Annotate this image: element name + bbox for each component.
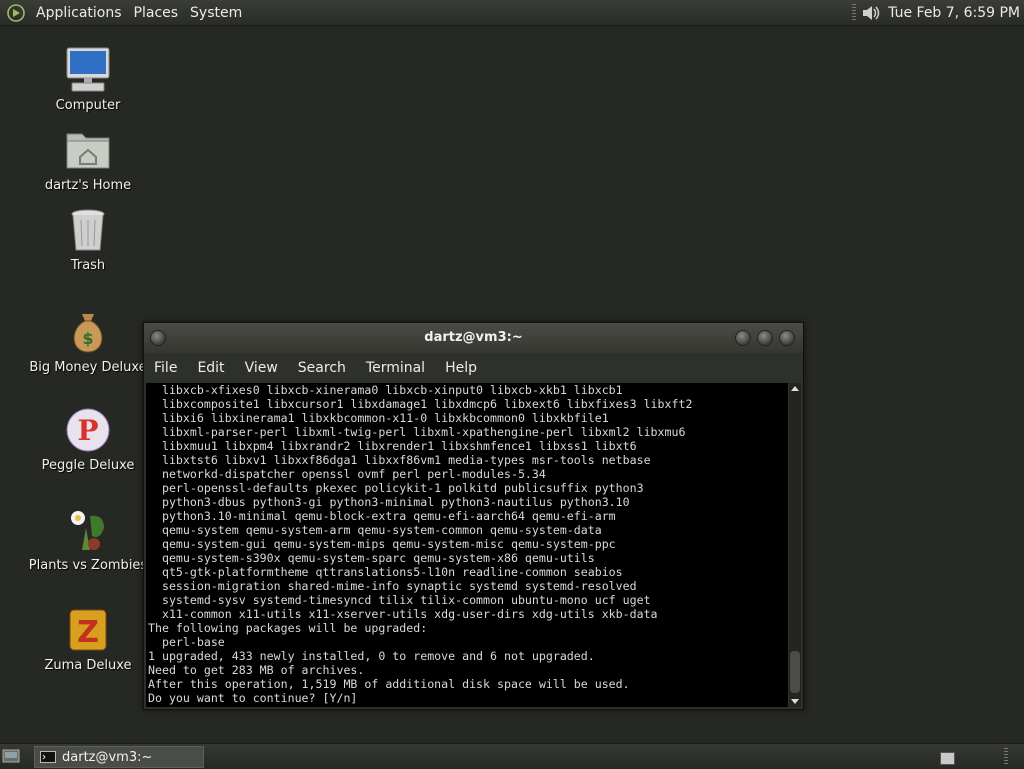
menu-terminal[interactable]: Terminal: [356, 360, 435, 376]
menu-places[interactable]: Places: [128, 5, 185, 21]
terminal-line: libxcomposite1 libxcursor1 libxdamage1 l…: [148, 397, 693, 411]
terminal-line: libxml-parser-perl libxml-twig-perl libx…: [148, 425, 686, 439]
desktop-icon-pvz[interactable]: Plants vs Zombies: [28, 506, 148, 573]
terminal-line: python3-dbus python3-gi python3-minimal …: [148, 495, 630, 509]
terminal-line: Do you want to continue? [Y/n]: [148, 691, 358, 705]
desktop-icon-label: Peggle Deluxe: [41, 458, 135, 473]
close-button[interactable]: [779, 330, 795, 346]
desktop-icon-label: Big Money Deluxe: [29, 360, 147, 375]
workspace-switcher[interactable]: [940, 752, 955, 765]
terminal-line: session-migration shared-mime-info synap…: [148, 579, 637, 593]
terminal-line: python3.10-minimal qemu-block-extra qemu…: [148, 509, 616, 523]
terminal-line: qemu-system qemu-system-arm qemu-system-…: [148, 523, 602, 537]
terminal-line: perl-base: [148, 635, 225, 649]
computer-icon: [66, 47, 110, 92]
terminal-menubar: File Edit View Search Terminal Help: [144, 355, 803, 381]
menu-search[interactable]: Search: [288, 360, 356, 376]
peggle-icon: P: [66, 408, 110, 452]
desktop-icon-label: Computer: [55, 98, 121, 113]
maximize-button[interactable]: [757, 330, 773, 346]
clock[interactable]: Tue Feb 7, 6:59 PM: [888, 5, 1020, 21]
minimize-button[interactable]: [735, 330, 751, 346]
show-desktop-icon[interactable]: [2, 749, 20, 763]
scroll-down-icon[interactable]: [789, 695, 801, 707]
desktop-icon-computer[interactable]: Computer: [28, 46, 148, 113]
bottom-panel: dartz@vm3:~: [0, 743, 1024, 769]
terminal-line: The following packages will be upgraded:: [148, 621, 428, 635]
svg-text:P: P: [77, 414, 98, 447]
desktop-icon-peggle[interactable]: P Peggle Deluxe: [28, 406, 148, 473]
menu-system[interactable]: System: [184, 5, 248, 21]
terminal-line: libxi6 libxinerama1 libxkbcommon-x11-0 l…: [148, 411, 609, 425]
panel-drag-handle[interactable]: [852, 3, 857, 22]
terminal-line: perl-openssl-defaults pkexec policykit-1…: [148, 481, 644, 495]
terminal-line: x11-common x11-utils x11-xserver-utils x…: [148, 607, 658, 621]
menu-applications[interactable]: Applications: [30, 5, 128, 21]
scrollbar-thumb[interactable]: [790, 651, 800, 693]
terminal-line: libxmuu1 libxpm4 libxrandr2 libxrender1 …: [148, 439, 637, 453]
zuma-icon: Z: [69, 609, 107, 651]
desktop-icon-zuma[interactable]: Z Zuma Deluxe: [28, 606, 148, 673]
terminal-output[interactable]: libxcb-xfixes0 libxcb-xinerama0 libxcb-x…: [146, 383, 788, 707]
terminal-line: libxcb-xfixes0 libxcb-xinerama0 libxcb-x…: [148, 383, 623, 397]
desktop-icon-label: Zuma Deluxe: [44, 658, 132, 673]
terminal-lines: libxcb-xfixes0 libxcb-xinerama0 libxcb-x…: [146, 383, 788, 705]
terminal-scrollbar[interactable]: [789, 383, 801, 707]
desktop-icon-label: Plants vs Zombies: [28, 558, 148, 573]
taskbar-button-label: dartz@vm3:~: [62, 749, 153, 765]
money-bag-icon: $: [73, 314, 103, 353]
scroll-up-icon[interactable]: [789, 383, 801, 395]
terminal-line: networkd-dispatcher openssl ovmf perl pe…: [148, 467, 546, 481]
menu-file[interactable]: File: [144, 360, 187, 376]
terminal-line: qt5-gtk-platformtheme qttranslations5-l1…: [148, 565, 623, 579]
desktop-icon-big-money[interactable]: $ Big Money Deluxe: [28, 308, 148, 375]
terminal-line: libxtst6 libxv1 libxxf86dga1 libxxf86vm1…: [148, 453, 651, 467]
taskbar-button-terminal[interactable]: dartz@vm3:~: [34, 746, 204, 768]
terminal-line: Need to get 283 MB of archives.: [148, 663, 365, 677]
top-panel: Applications Places System Tue Feb 7, 6:…: [0, 0, 1024, 26]
home-folder-icon: [66, 133, 110, 169]
panel-drag-handle[interactable]: [1004, 748, 1008, 766]
menu-help[interactable]: Help: [435, 360, 487, 376]
trash-icon: [71, 209, 105, 251]
desktop-icon-label: dartz's Home: [44, 178, 132, 193]
terminal-line: After this operation, 1,519 MB of additi…: [148, 677, 630, 691]
window-title: dartz@vm3:~: [424, 330, 523, 345]
gnome-foot-icon[interactable]: [6, 3, 26, 23]
terminal-line: 1 upgraded, 433 newly installed, 0 to re…: [148, 649, 595, 663]
terminal-line: qemu-system-gui qemu-system-mips qemu-sy…: [148, 537, 616, 551]
svg-text:$: $: [82, 329, 93, 348]
menu-edit[interactable]: Edit: [187, 360, 234, 376]
terminal-line: qemu-system-s390x qemu-system-sparc qemu…: [148, 551, 595, 565]
terminal-window[interactable]: dartz@vm3:~ File Edit View Search Termin…: [143, 322, 804, 710]
svg-text:Z: Z: [77, 615, 99, 650]
desktop-icon-home[interactable]: dartz's Home: [28, 126, 148, 193]
panel-tray: Tue Feb 7, 6:59 PM: [848, 0, 1020, 25]
speaker-icon[interactable]: [860, 3, 882, 23]
desktop-icon-trash[interactable]: Trash: [28, 206, 148, 273]
window-titlebar[interactable]: dartz@vm3:~: [144, 323, 803, 353]
terminal-icon: [40, 751, 56, 763]
desktop-icon-label: Trash: [70, 258, 106, 273]
window-menu-button[interactable]: [150, 330, 166, 346]
plants-vs-zombies-icon: [71, 511, 104, 550]
terminal-line: systemd-sysv systemd-timesyncd tilix til…: [148, 593, 651, 607]
menu-view[interactable]: View: [235, 360, 288, 376]
